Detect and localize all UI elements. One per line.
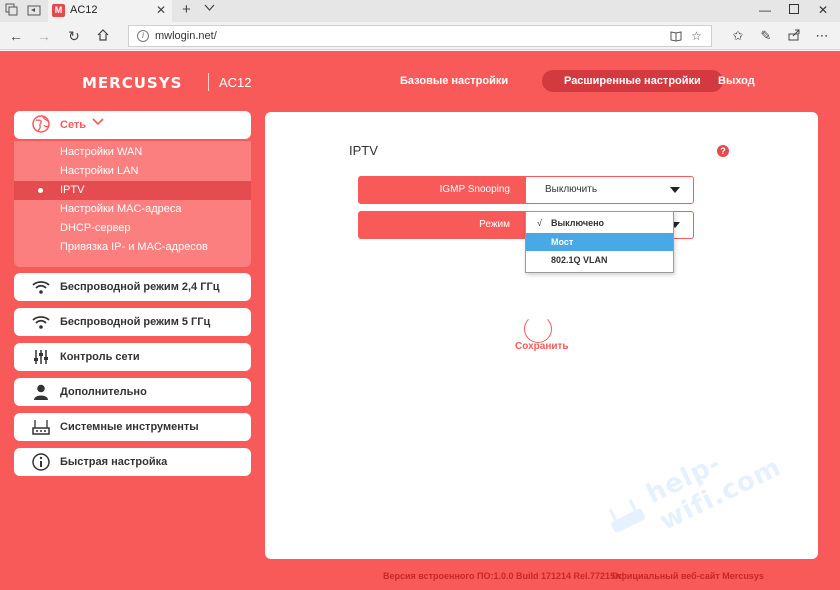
model-name: AC12 (219, 75, 252, 90)
sidebar-item-label: Сеть (60, 119, 87, 131)
firmware-version: Версия встроенного ПО:1.0.0 Build 171214… (383, 571, 621, 581)
sidebar-item-network[interactable]: Сеть (14, 111, 251, 139)
brand-logo: MERCUSYS (82, 74, 183, 92)
page-title: IPTV (349, 143, 378, 158)
reading-view-icon[interactable] (669, 29, 683, 46)
sidebar-item-wireless-24[interactable]: Беспроводной режим 2,4 ГГц (14, 273, 251, 301)
sidebar-item-label: Беспроводной режим 5 ГГц (60, 316, 211, 328)
sidebar-item-advanced[interactable]: Дополнительно (14, 378, 251, 406)
sidebar-item-quick-setup[interactable]: Быстрая настройка (14, 448, 251, 476)
sidebar-item-label: Системные инструменты (60, 421, 199, 433)
site-info-icon[interactable]: i (137, 30, 149, 42)
address-bar[interactable]: i mwlogin.net/ ☆ (128, 25, 712, 47)
submenu-iptv-label: IPTV (60, 184, 85, 196)
browser-tab-active[interactable]: M AC12 ✕ (48, 0, 172, 22)
mode-dropdown-list: √ Выключено Мост 802.1Q VLAN (525, 211, 674, 273)
share-icon[interactable] (786, 28, 802, 44)
active-dot-icon (38, 188, 43, 193)
mode-option-bridge[interactable]: Мост (526, 233, 673, 251)
submenu-wan[interactable]: Настройки WAN (14, 143, 251, 162)
sidebar-item-wireless-5[interactable]: Беспроводной режим 5 ГГц (14, 308, 251, 336)
tab-actions-icon[interactable] (4, 3, 20, 19)
tab-title: AC12 (70, 4, 98, 16)
more-menu-icon[interactable]: ⋯ (814, 28, 830, 44)
pen-icon[interactable]: ✎ (758, 28, 774, 44)
user-icon (34, 384, 48, 400)
submenu-ip-mac-binding[interactable]: Привязка IP- и MAC-адресов (14, 238, 251, 257)
close-tab-icon[interactable]: ✕ (156, 3, 166, 17)
close-window-icon[interactable]: ✕ (816, 3, 830, 17)
official-site-link[interactable]: Официальный веб-сайт Mercusys (612, 571, 764, 581)
dropdown-caret-icon (670, 187, 680, 193)
sidebar-item-label: Быстрая настройка (60, 456, 168, 468)
sidebar-item-label: Дополнительно (60, 386, 147, 398)
url-text: mwlogin.net/ (155, 30, 217, 42)
router-icon (32, 420, 50, 435)
save-button[interactable]: Сохранить (515, 341, 569, 352)
tab-favicon: M (52, 4, 65, 17)
igmp-snooping-select[interactable]: IGMP Snooping Выключить (358, 176, 694, 204)
browser-toolbar: ← → ↻ i mwlogin.net/ ☆ ✩ ✎ ⋯ (0, 22, 840, 50)
wifi-icon (32, 316, 50, 329)
nav-advanced-settings[interactable]: Расширенные настройки (542, 70, 723, 92)
nav-logout[interactable]: Выход (718, 75, 755, 87)
sidebar-item-system-tools[interactable]: Системные инструменты (14, 413, 251, 441)
mode-label: Режим (359, 212, 526, 238)
save-icon[interactable] (524, 315, 552, 343)
mode-option-off[interactable]: √ Выключено (526, 214, 673, 232)
sidebar-item-label: Беспроводной режим 2,4 ГГц (60, 281, 220, 293)
mode-option-label: Выключено (551, 218, 605, 228)
submenu-mac-address[interactable]: Настройки MAC-адреса (14, 200, 251, 219)
network-submenu: Настройки WAN Настройки LAN IPTV Настрой… (14, 141, 251, 267)
set-aside-tabs-icon[interactable] (26, 3, 42, 19)
sidebar-item-label: Контроль сети (60, 351, 140, 363)
forward-icon[interactable]: → (36, 28, 52, 44)
chevron-down-icon (92, 118, 104, 126)
mode-option-vlan[interactable]: 802.1Q VLAN (526, 251, 673, 269)
new-tab-icon[interactable]: + (182, 1, 191, 18)
igmp-snooping-value: Выключить (545, 184, 598, 195)
help-icon[interactable]: ? (717, 145, 729, 157)
sliders-icon (34, 350, 48, 364)
logo-divider (208, 73, 209, 91)
router-page: MERCUSYS AC12 Базовые настройки Расширен… (0, 51, 840, 590)
favorite-star-icon[interactable]: ☆ (691, 29, 702, 43)
back-icon[interactable]: ← (8, 28, 24, 44)
nav-basic-settings[interactable]: Базовые настройки (400, 75, 508, 87)
wifi-icon (32, 281, 50, 294)
igmp-snooping-label: IGMP Snooping (359, 177, 526, 203)
submenu-lan[interactable]: Настройки LAN (14, 162, 251, 181)
minimize-icon[interactable]: — (758, 3, 772, 17)
maximize-icon[interactable] (787, 3, 801, 17)
favorites-icon[interactable]: ✩ (730, 28, 746, 44)
info-icon (32, 453, 50, 471)
chevron-down-icon[interactable] (204, 2, 215, 16)
globe-icon (32, 115, 50, 133)
submenu-dhcp-server[interactable]: DHCP-сервер (14, 219, 251, 238)
submenu-iptv[interactable]: IPTV (14, 181, 251, 200)
browser-tab-bar: M AC12 ✕ + — ✕ (0, 0, 840, 22)
sidebar-item-network-control[interactable]: Контроль сети (14, 343, 251, 371)
home-icon[interactable] (95, 28, 111, 44)
refresh-icon[interactable]: ↻ (66, 28, 82, 44)
check-icon: √ (537, 218, 542, 228)
